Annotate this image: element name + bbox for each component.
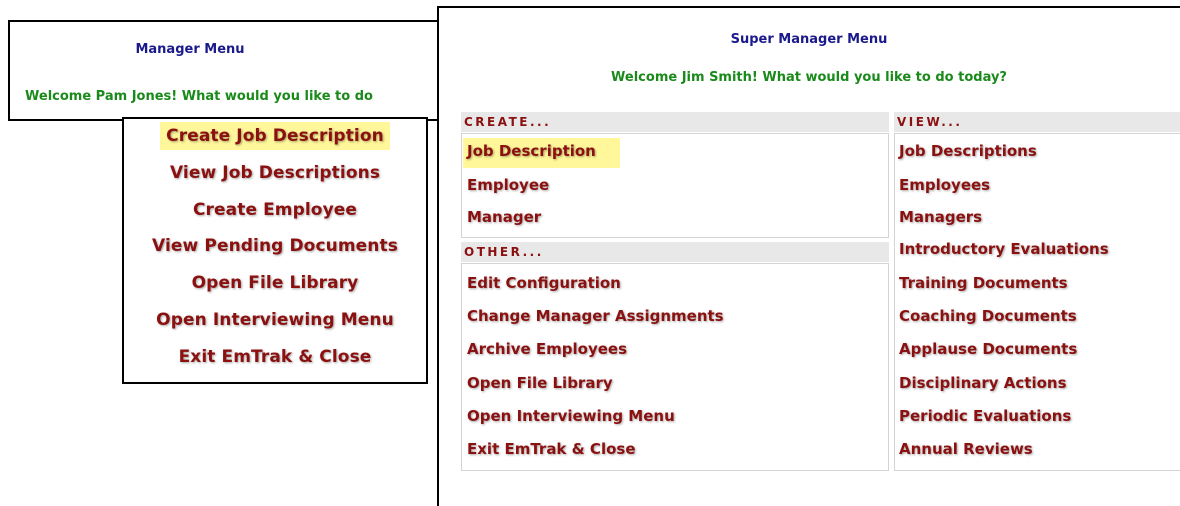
mgr-open-interviewing-menu-label: Open Interviewing Menu	[156, 310, 394, 330]
mgr-exit-emtrak-link[interactable]: Exit EmTrak & Close	[124, 347, 426, 367]
view-applause-documents-link[interactable]: Applause Documents	[899, 340, 1077, 358]
view-training-documents-link[interactable]: Training Documents	[899, 274, 1068, 292]
mgr-create-job-description-label: Create Job Description	[160, 122, 390, 150]
edit-configuration-link[interactable]: Edit Configuration	[467, 274, 621, 292]
view-managers-link[interactable]: Managers	[899, 208, 982, 226]
open-file-library-link[interactable]: Open File Library	[467, 374, 613, 392]
mgr-view-job-descriptions-link[interactable]: View Job Descriptions	[124, 163, 426, 183]
view-annual-reviews-link[interactable]: Annual Reviews	[899, 440, 1033, 458]
view-job-descriptions-link[interactable]: Job Descriptions	[899, 142, 1037, 160]
super-manager-welcome-text: Welcome Jim Smith! What would you like t…	[611, 70, 1007, 85]
open-interviewing-menu-link[interactable]: Open Interviewing Menu	[467, 407, 675, 425]
exit-emtrak-link[interactable]: Exit EmTrak & Close	[467, 440, 636, 458]
mgr-create-employee-link[interactable]: Create Employee	[124, 200, 426, 220]
mgr-create-employee-label: Create Employee	[192, 200, 358, 220]
create-manager-link[interactable]: Manager	[467, 208, 541, 226]
archive-employees-link[interactable]: Archive Employees	[467, 340, 627, 358]
view-disciplinary-actions-link[interactable]: Disciplinary Actions	[899, 374, 1067, 392]
create-job-description-link[interactable]: Job Description	[463, 138, 620, 168]
view-coaching-documents-link[interactable]: Coaching Documents	[899, 307, 1077, 325]
mgr-view-pending-documents-label: View Pending Documents	[152, 236, 398, 256]
view-introductory-evaluations-link[interactable]: Introductory Evaluations	[899, 240, 1109, 258]
mgr-exit-emtrak-label: Exit EmTrak & Close	[178, 347, 372, 367]
mgr-create-job-description-link[interactable]: Create Job Description	[124, 122, 426, 150]
view-employees-link[interactable]: Employees	[899, 176, 990, 194]
create-employee-link[interactable]: Employee	[467, 176, 549, 194]
view-section-header: VIEW...	[894, 112, 1180, 132]
create-section-header: CREATE...	[461, 112, 889, 132]
change-manager-assignments-link[interactable]: Change Manager Assignments	[467, 307, 724, 325]
mgr-open-file-library-link[interactable]: Open File Library	[124, 273, 426, 293]
super-manager-menu-title: Super Manager Menu	[730, 32, 888, 47]
view-periodic-evaluations-link[interactable]: Periodic Evaluations	[899, 407, 1071, 425]
mgr-view-pending-documents-link[interactable]: View Pending Documents	[124, 236, 426, 256]
manager-menu-list: Create Job Description View Job Descript…	[122, 117, 428, 384]
super-manager-menu-window: Super Manager Menu Welcome Jim Smith! Wh…	[437, 6, 1180, 506]
manager-welcome-text: Welcome Pam Jones! What would you like t…	[25, 89, 373, 104]
manager-menu-window: Manager Menu Welcome Pam Jones! What wou…	[8, 20, 448, 121]
mgr-open-file-library-label: Open File Library	[191, 273, 359, 293]
mgr-open-interviewing-menu-link[interactable]: Open Interviewing Menu	[124, 310, 426, 330]
other-section-header: OTHER...	[461, 242, 889, 262]
mgr-view-job-descriptions-label: View Job Descriptions	[169, 163, 381, 183]
manager-menu-title: Manager Menu	[135, 42, 245, 57]
